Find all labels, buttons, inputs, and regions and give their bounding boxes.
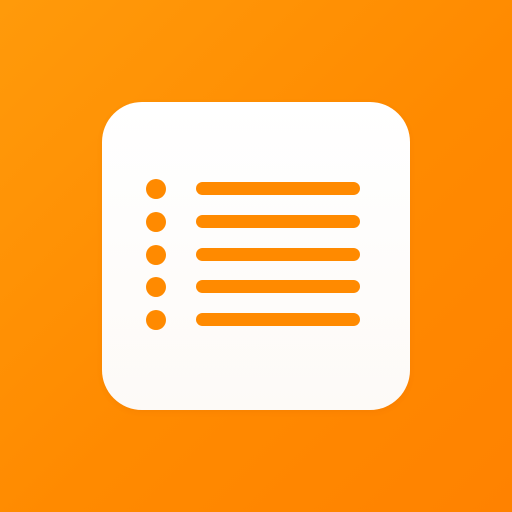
list-bullet	[146, 245, 166, 265]
app-icon-background	[0, 0, 512, 512]
list-line	[196, 248, 360, 261]
list-line	[196, 182, 360, 195]
list-icon	[102, 102, 410, 410]
list-line	[196, 313, 360, 326]
list-line	[196, 280, 360, 293]
list-bullet	[146, 310, 166, 330]
list-bullet	[146, 212, 166, 232]
list-bullet	[146, 179, 166, 199]
list-bullet	[146, 277, 166, 297]
list-line	[196, 215, 360, 228]
